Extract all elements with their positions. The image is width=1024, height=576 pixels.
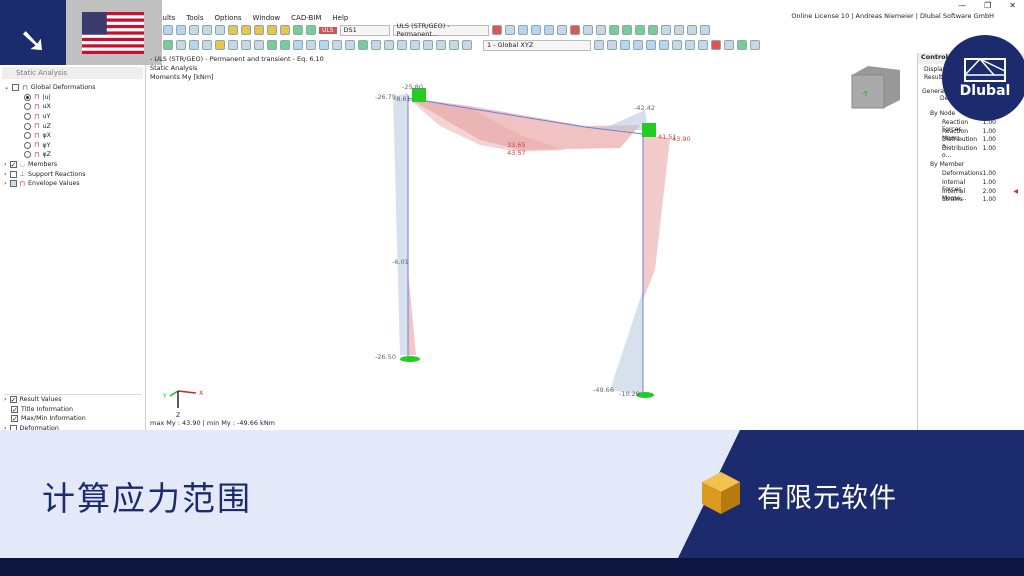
value: 1.00 [982,196,996,204]
value-label: -26.79 [375,93,396,101]
value-label: -25.80 [402,83,423,91]
value-label: -42.42 [634,104,655,112]
column-right-positive [643,135,670,300]
value: 1.00 [982,136,996,144]
axis-y-label: Y [162,393,167,400]
axis-x-label: X [199,390,203,397]
value-label: 33.65 [507,141,526,149]
cp-row[interactable]: Deformations 1.00 [918,170,1024,179]
value-label: -49.66 [593,386,614,394]
banner-subtitle: 有限元软件 [757,483,897,514]
cp-row[interactable]: Distribution o... 1.00 [918,136,1024,151]
value-label: -6.01 [392,258,409,266]
pointer-icon: ◀ [1013,187,1018,195]
model-view[interactable]: -25.80 -26.79 -8.61 -42.42 33.65 43.57 4… [0,0,1024,430]
value-label: -26.50 [375,353,396,361]
support-left [400,356,420,362]
node-support [642,123,656,137]
value-label: -8.61 [394,95,411,103]
bridge-icon [964,58,1006,82]
value: 1.00 [982,127,996,135]
banner-title: 计算应力范围 [42,479,252,518]
label: Internal Mome... [942,187,967,202]
value-label: -10.29 [619,390,640,398]
column-left-negative [393,93,408,355]
label: Deformations [942,170,983,178]
column-right-negative [610,290,643,395]
moment-diagram [393,93,670,395]
maxmin-info: max My : 43.90 | min My : -49.66 kNm [150,419,276,427]
value-label: 43.90 [672,135,691,143]
cp-row[interactable]: Distribution o... 1.00 [918,144,1024,159]
dlubal-logo: Dlubal [942,35,1024,121]
beam-end-negative [600,110,648,130]
label: Internal Forces [942,178,966,193]
brand-name: Dlubal [959,83,1011,99]
footer-bar [0,558,1024,576]
cp-row[interactable]: Internal Forces 1.00 [918,178,1024,193]
label: Distribution o... [942,136,978,151]
value: 2.00 [982,187,996,195]
value: 1.00 [982,178,996,186]
column-left-positive [408,270,416,355]
value: 1.00 [982,170,996,178]
cube-icon [702,472,740,514]
axis-triad: X Y Z [162,390,203,419]
cp-row[interactable]: Strains 1.00 [918,196,1024,205]
value-label: 43.57 [507,149,526,157]
cube-face-label: -Y [862,90,869,98]
value: 1.00 [982,144,996,152]
label: Distribution o... [942,144,978,159]
label: Reaction Mom... [942,127,969,142]
axis-z-label: Z [176,412,180,419]
cp-row[interactable]: Reaction Mom... 1.00 [918,127,1024,142]
view-cube[interactable]: -Y [851,66,900,109]
group-by-member[interactable]: By Member [918,161,1024,170]
cp-row[interactable]: Internal Mome... 2.00 ◀ [918,187,1024,202]
